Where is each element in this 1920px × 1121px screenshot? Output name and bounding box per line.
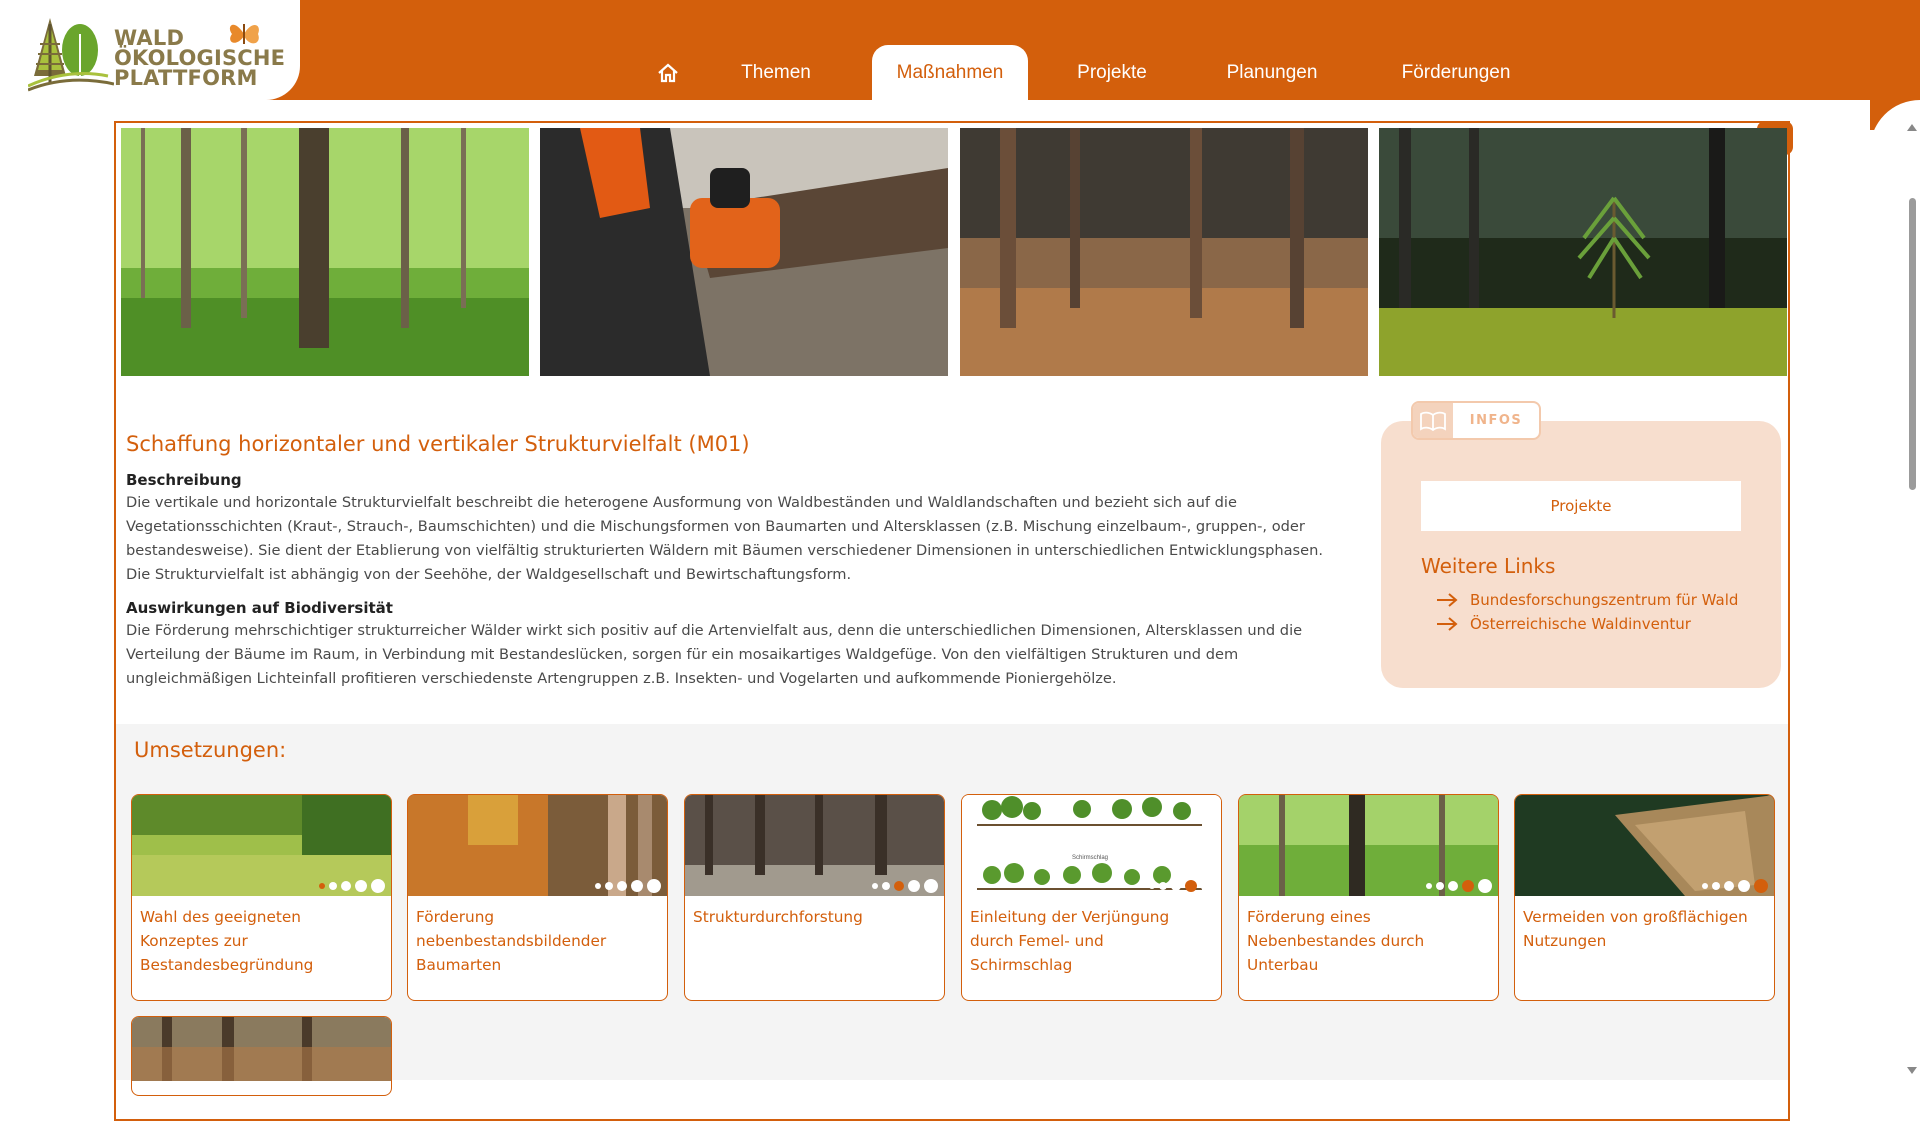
card-title: Förderung nebenbestandsbildender Baumart… <box>416 908 607 974</box>
nav-themen[interactable]: Themen <box>696 45 856 100</box>
carousel-dot[interactable] <box>341 881 351 891</box>
hero-image-beech-forest <box>121 128 529 376</box>
card-title: Wahl des geeigneten Konzeptes zur Bestan… <box>140 908 314 974</box>
carousel-dot[interactable] <box>1149 883 1155 889</box>
nav-massnahmen[interactable]: Maßnahmen <box>872 45 1028 100</box>
card-image <box>132 1017 391 1081</box>
diagram-label: Schirmschlag <box>1072 855 1108 861</box>
arrow-right-icon <box>1437 617 1458 631</box>
scrollbar[interactable] <box>1904 120 1920 1080</box>
home-icon <box>658 63 678 82</box>
logo[interactable]: WALD ÖKOLOGISCHE PLATTFORM <box>0 0 300 100</box>
carousel-dot[interactable] <box>882 882 890 890</box>
description-heading: Beschreibung <box>126 471 242 489</box>
carousel-dot[interactable] <box>595 883 601 889</box>
carousel-dot[interactable] <box>1201 879 1215 893</box>
nav-projekte[interactable]: Projekte <box>1028 45 1196 100</box>
hero-image-spruce-forest <box>960 128 1368 376</box>
scroll-up-arrow-icon[interactable] <box>1907 124 1917 131</box>
carousel-dot[interactable] <box>371 879 385 893</box>
carousel-dot[interactable] <box>1185 880 1197 892</box>
card-title: Strukturdurchforstung <box>693 908 863 926</box>
carousel-dots <box>1149 879 1215 893</box>
hero-image-chainsaw <box>540 128 948 376</box>
carousel-dot[interactable] <box>1171 881 1181 891</box>
card-nebenbestand-unterbau[interactable]: Förderung eines Nebenbestandes durch Unt… <box>1238 794 1499 1001</box>
carousel-dot[interactable] <box>924 879 938 893</box>
scroll-thumb[interactable] <box>1909 198 1916 490</box>
carousel-dot[interactable] <box>1159 882 1167 890</box>
tab-infos[interactable]: INFOS <box>1411 401 1541 440</box>
further-links-title: Weitere Links <box>1421 554 1556 578</box>
projects-button[interactable]: Projekte <box>1421 481 1741 531</box>
card-title: Einleitung der Verjüngung durch Femel- u… <box>970 908 1170 974</box>
carousel-dots <box>1702 879 1768 893</box>
carousel-dot[interactable] <box>1426 883 1432 889</box>
implementations-title: Umsetzungen: <box>134 738 287 762</box>
carousel-dots <box>872 879 938 893</box>
logo-line-2: ÖKOLOGISCHE <box>114 46 286 70</box>
card-strukturdurchforstung[interactable]: Strukturdurchforstung <box>684 794 945 1001</box>
carousel-dot[interactable] <box>1738 880 1750 892</box>
carousel-dots <box>1426 879 1492 893</box>
card-konzept-bestandesbegruendung[interactable]: Wahl des geeigneten Konzeptes zur Bestan… <box>131 794 392 1001</box>
carousel-dots <box>595 879 661 893</box>
biodiversity-heading: Auswirkungen auf Biodiversität <box>126 599 393 617</box>
description-text: Die vertikale und horizontale Strukturvi… <box>126 494 1324 583</box>
hero-image-pine-seedling <box>1379 128 1787 376</box>
arrow-right-icon <box>1437 593 1458 607</box>
logo-line-1: WALD <box>114 26 185 50</box>
nav-planungen[interactable]: Planungen <box>1196 45 1348 100</box>
carousel-dot[interactable] <box>1436 882 1444 890</box>
card-title: Vermeiden von großflächigen Nutzungen <box>1523 908 1748 950</box>
measure-title: Schaffung horizontaler und vertikaler St… <box>126 432 750 456</box>
carousel-dot[interactable] <box>1724 881 1734 891</box>
link-bundesforschungszentrum[interactable]: Bundesforschungszentrum für Wald <box>1436 591 1738 609</box>
main-nav: Themen Maßnahmen Projekte Planungen Förd… <box>640 45 1564 100</box>
card-grossflaechige-nutzungen[interactable]: Vermeiden von großflächigen Nutzungen <box>1514 794 1775 1001</box>
logo-text: WALD ÖKOLOGISCHE PLATTFORM <box>114 26 286 90</box>
carousel-dot[interactable] <box>329 882 337 890</box>
book-icon <box>1420 411 1446 431</box>
biodiversity-text: Die Förderung mehrschichtiger strukturre… <box>126 622 1303 687</box>
carousel-dot[interactable] <box>617 881 627 891</box>
carousel-dot[interactable] <box>605 882 613 890</box>
card-title: Förderung eines Nebenbestandes durch Unt… <box>1247 908 1425 974</box>
card-partial[interactable] <box>131 1016 392 1096</box>
carousel-dot[interactable] <box>1754 879 1768 893</box>
scroll-down-arrow-icon[interactable] <box>1907 1067 1917 1074</box>
link-label: Bundesforschungszentrum für Wald <box>1470 591 1739 609</box>
carousel-dot[interactable] <box>908 880 920 892</box>
card-femel-schirmschlag[interactable]: Schirmschlag Einleitung der Verjüngung d… <box>961 794 1222 1001</box>
carousel-dot[interactable] <box>894 881 904 891</box>
carousel-dot[interactable] <box>1448 881 1458 891</box>
carousel-dot[interactable] <box>1702 883 1708 889</box>
carousel-dot[interactable] <box>872 883 878 889</box>
link-waldinventur[interactable]: Österreichische Waldinventur <box>1436 615 1691 633</box>
carousel-dot[interactable] <box>1462 880 1474 892</box>
tree-logo-icon <box>28 18 114 92</box>
carousel-dot[interactable] <box>647 879 661 893</box>
tab-infos-label: INFOS <box>1469 413 1523 428</box>
logo-line-3: PLATTFORM <box>114 66 258 90</box>
card-nebenbestandsbildende-baumarten[interactable]: Förderung nebenbestandsbildender Baumart… <box>407 794 668 1001</box>
carousel-dot[interactable] <box>631 880 643 892</box>
nav-foerderungen[interactable]: Förderungen <box>1348 45 1564 100</box>
carousel-dots <box>319 879 385 893</box>
nav-home[interactable] <box>640 45 696 100</box>
carousel-dot[interactable] <box>355 880 367 892</box>
link-label: Österreichische Waldinventur <box>1470 615 1691 633</box>
site-header: WALD ÖKOLOGISCHE PLATTFORM Themen Maßnah… <box>0 0 1920 120</box>
carousel-dot[interactable] <box>1478 879 1492 893</box>
carousel-dot[interactable] <box>319 883 325 889</box>
carousel-dot[interactable] <box>1712 882 1720 890</box>
